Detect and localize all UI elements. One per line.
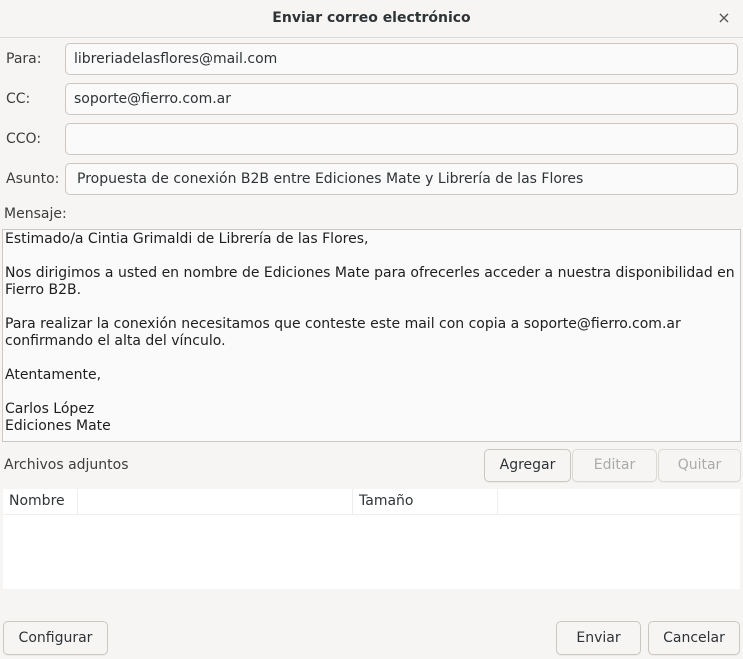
column-header-size[interactable]: Tamaño <box>353 489 498 514</box>
column-header-spacer <box>78 489 353 514</box>
cc-field[interactable]: soporte@fierro.com.ar <box>65 83 738 115</box>
remove-attachment-button[interactable]: Quitar <box>658 449 741 482</box>
to-field[interactable]: libreriadelasflores@mail.com <box>65 43 738 75</box>
message-label: Mensaje: <box>4 206 67 222</box>
to-label: Para: <box>6 51 42 67</box>
title-bar: Enviar correo electrónico × <box>0 0 743 38</box>
window-title: Enviar correo electrónico <box>272 10 471 26</box>
attachments-list[interactable]: Nombre Tamaño <box>3 489 740 589</box>
cc-label: CC: <box>6 91 31 107</box>
edit-attachment-button[interactable]: Editar <box>572 449 657 482</box>
column-header-name[interactable]: Nombre <box>3 489 78 514</box>
bcc-label: CCO: <box>6 131 42 147</box>
close-icon[interactable]: × <box>713 8 735 30</box>
add-attachment-button[interactable]: Agregar <box>484 449 571 482</box>
cancel-button[interactable]: Cancelar <box>648 621 740 655</box>
subject-label: Asunto: <box>6 171 60 187</box>
attachments-label: Archivos adjuntos <box>4 457 129 473</box>
send-button[interactable]: Enviar <box>556 621 641 655</box>
subject-field[interactable]: Propuesta de conexión B2B entre Edicione… <box>65 163 738 195</box>
configure-button[interactable]: Configurar <box>3 621 108 655</box>
message-textarea[interactable]: Estimado/a Cintia Grimaldi de Librería d… <box>2 229 741 442</box>
bcc-field[interactable] <box>65 123 738 155</box>
header-divider <box>3 514 740 515</box>
